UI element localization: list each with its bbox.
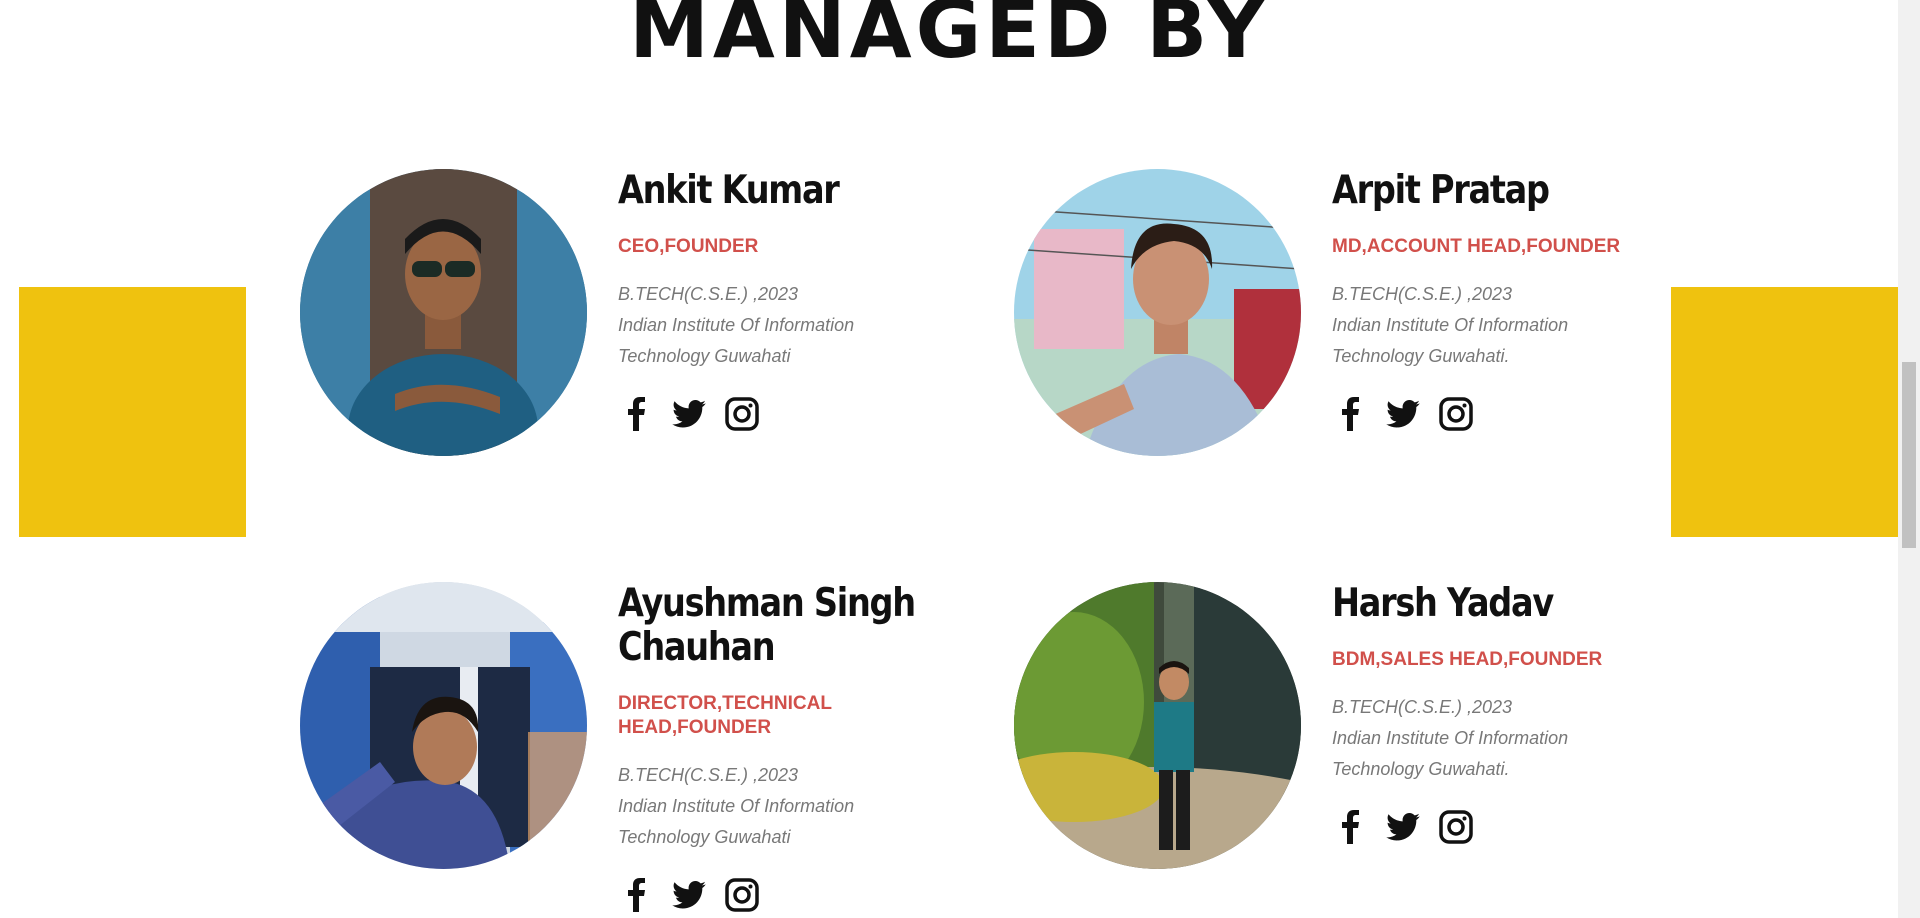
member-education: B.TECH(C.S.E.) ,2023 Indian Institute Of… bbox=[618, 279, 978, 372]
twitter-icon[interactable] bbox=[671, 877, 707, 913]
member-institute-line2: Technology Guwahati. bbox=[1332, 759, 1510, 779]
facebook-icon[interactable] bbox=[1332, 396, 1368, 432]
member-institute-line1: Indian Institute Of Information bbox=[618, 315, 855, 335]
member-name: Harsh Yadav bbox=[1332, 581, 1554, 626]
member-photo bbox=[300, 169, 587, 456]
facebook-icon[interactable] bbox=[618, 396, 654, 432]
team-member-card: Ankit Kumar CEO,FOUNDER B.TECH(C.S.E.) ,… bbox=[300, 169, 980, 469]
member-role: MD,ACCOUNT HEAD,FOUNDER bbox=[1332, 236, 1621, 257]
twitter-icon[interactable] bbox=[1385, 809, 1421, 845]
member-institute-line1: Indian Institute Of Information bbox=[618, 796, 855, 816]
vertical-scrollbar[interactable] bbox=[1898, 0, 1920, 918]
decorative-yellow-block-right bbox=[1671, 287, 1898, 537]
member-role: DIRECTOR,TECHNICAL HEAD,FOUNDER bbox=[618, 693, 832, 738]
member-degree: B.TECH(C.S.E.) ,2023 bbox=[1332, 697, 1513, 717]
member-degree: B.TECH(C.S.E.) ,2023 bbox=[618, 765, 799, 785]
member-role: BDM,SALES HEAD,FOUNDER bbox=[1332, 649, 1603, 670]
member-education: B.TECH(C.S.E.) ,2023 Indian Institute Of… bbox=[1332, 279, 1692, 372]
decorative-yellow-block-left bbox=[19, 287, 246, 537]
member-institute-line1: Indian Institute Of Information bbox=[1332, 315, 1569, 335]
member-info: Ankit Kumar CEO,FOUNDER B.TECH(C.S.E.) ,… bbox=[618, 169, 978, 432]
facebook-icon[interactable] bbox=[1332, 809, 1368, 845]
twitter-icon[interactable] bbox=[1385, 396, 1421, 432]
member-photo bbox=[1014, 582, 1301, 869]
social-links bbox=[1332, 809, 1692, 845]
social-links bbox=[618, 396, 978, 432]
twitter-icon[interactable] bbox=[671, 396, 707, 432]
member-institute-line1: Indian Institute Of Information bbox=[1332, 728, 1569, 748]
instagram-icon[interactable] bbox=[724, 877, 760, 913]
member-institute-line2: Technology Guwahati bbox=[618, 827, 791, 847]
section-title: MANAGED BY bbox=[629, 0, 1269, 76]
member-role: CEO,FOUNDER bbox=[618, 236, 759, 257]
member-education: B.TECH(C.S.E.) ,2023 Indian Institute Of… bbox=[1332, 692, 1692, 785]
social-links bbox=[1332, 396, 1692, 432]
member-photo bbox=[300, 582, 587, 869]
facebook-icon[interactable] bbox=[618, 877, 654, 913]
member-info: Ayushman Singh Chauhan DIRECTOR,TECHNICA… bbox=[618, 582, 978, 913]
member-education: B.TECH(C.S.E.) ,2023 Indian Institute Of… bbox=[618, 760, 978, 853]
member-info: Harsh Yadav BDM,SALES HEAD,FOUNDER B.TEC… bbox=[1332, 582, 1692, 845]
member-name: Ayushman Singh Chauhan bbox=[618, 581, 916, 670]
member-institute-line2: Technology Guwahati bbox=[618, 346, 791, 366]
member-name: Arpit Pratap bbox=[1332, 168, 1550, 213]
team-member-card: Ayushman Singh Chauhan DIRECTOR,TECHNICA… bbox=[300, 582, 980, 912]
instagram-icon[interactable] bbox=[724, 396, 760, 432]
instagram-icon[interactable] bbox=[1438, 809, 1474, 845]
instagram-icon[interactable] bbox=[1438, 396, 1474, 432]
member-institute-line2: Technology Guwahati. bbox=[1332, 346, 1510, 366]
member-photo bbox=[1014, 169, 1301, 456]
member-name: Ankit Kumar bbox=[618, 168, 840, 213]
scrollbar-thumb[interactable] bbox=[1902, 362, 1916, 548]
member-degree: B.TECH(C.S.E.) ,2023 bbox=[618, 284, 799, 304]
social-links bbox=[618, 877, 978, 913]
team-member-card: Harsh Yadav BDM,SALES HEAD,FOUNDER B.TEC… bbox=[1014, 582, 1694, 882]
managed-by-page: MANAGED BY Ankit Kumar CEO,FOUNDER B.TEC… bbox=[0, 0, 1920, 918]
member-degree: B.TECH(C.S.E.) ,2023 bbox=[1332, 284, 1513, 304]
member-info: Arpit Pratap MD,ACCOUNT HEAD,FOUNDER B.T… bbox=[1332, 169, 1692, 432]
team-member-card: Arpit Pratap MD,ACCOUNT HEAD,FOUNDER B.T… bbox=[1014, 169, 1694, 469]
